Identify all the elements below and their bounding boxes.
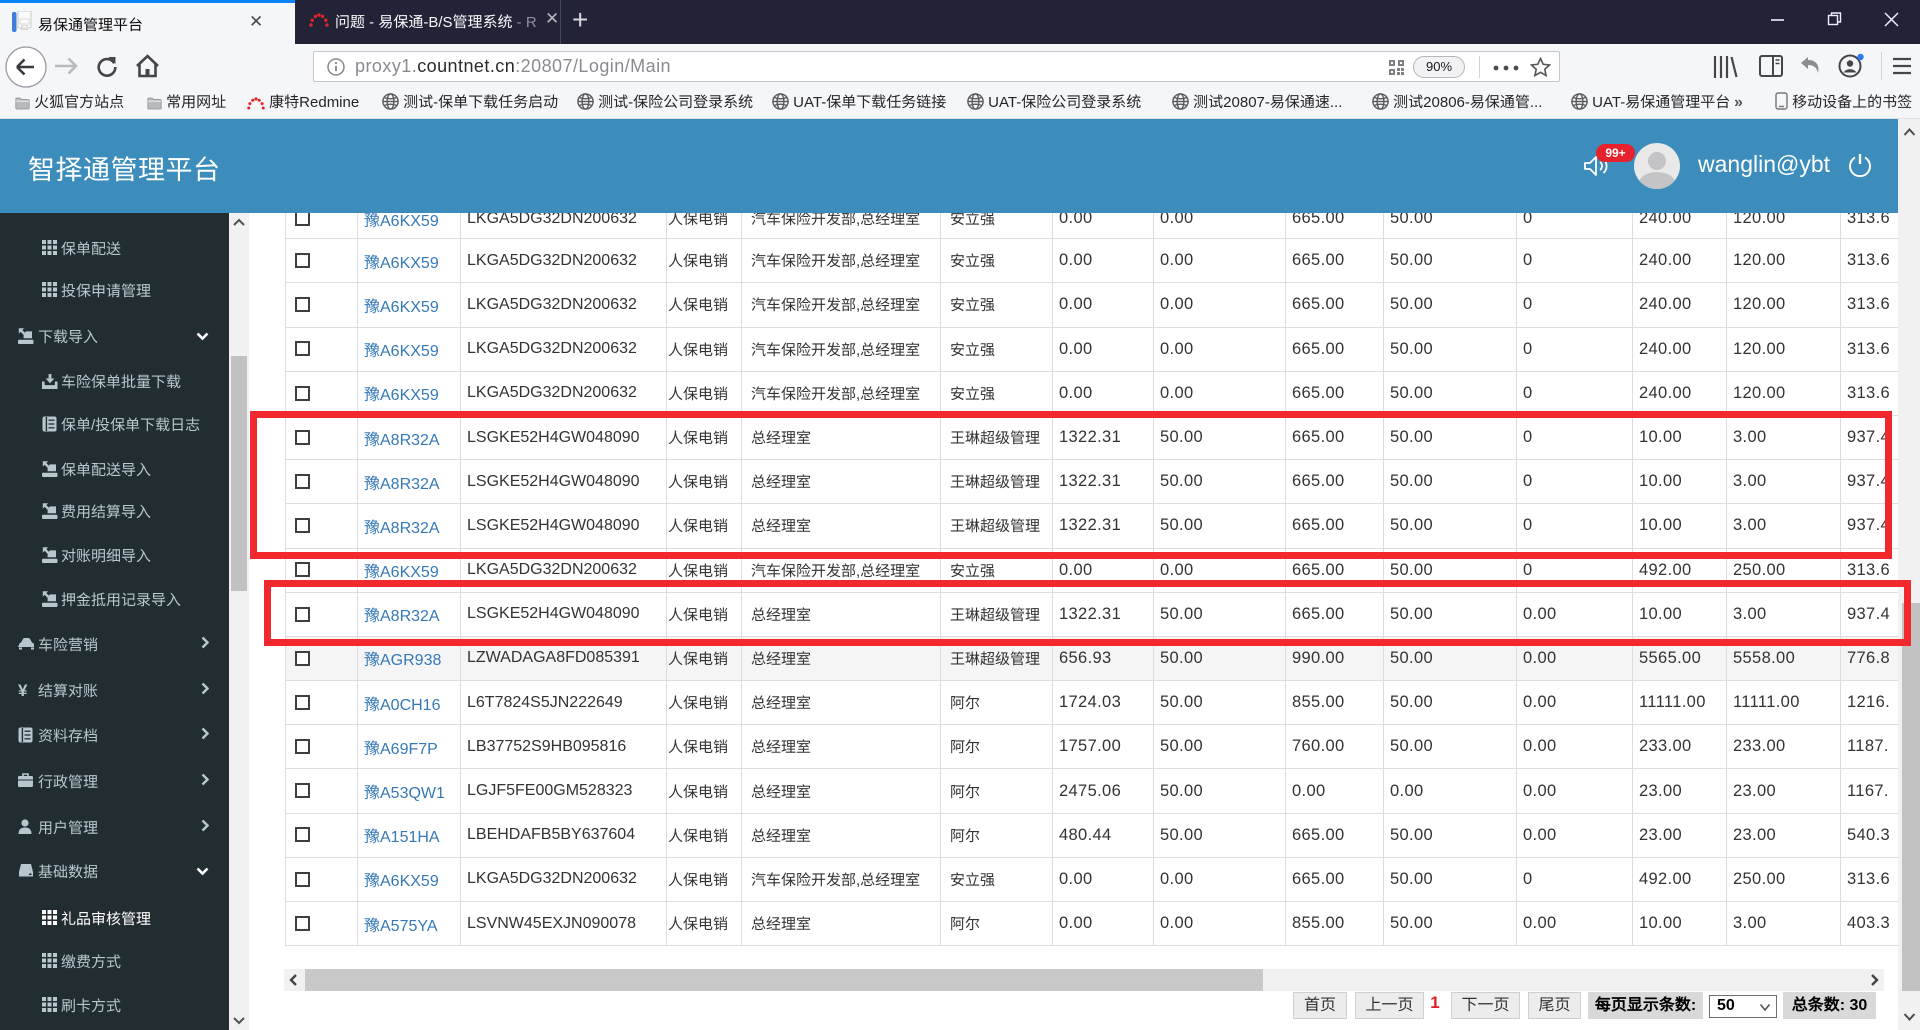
svg-text:¥: ¥ <box>18 682 28 698</box>
